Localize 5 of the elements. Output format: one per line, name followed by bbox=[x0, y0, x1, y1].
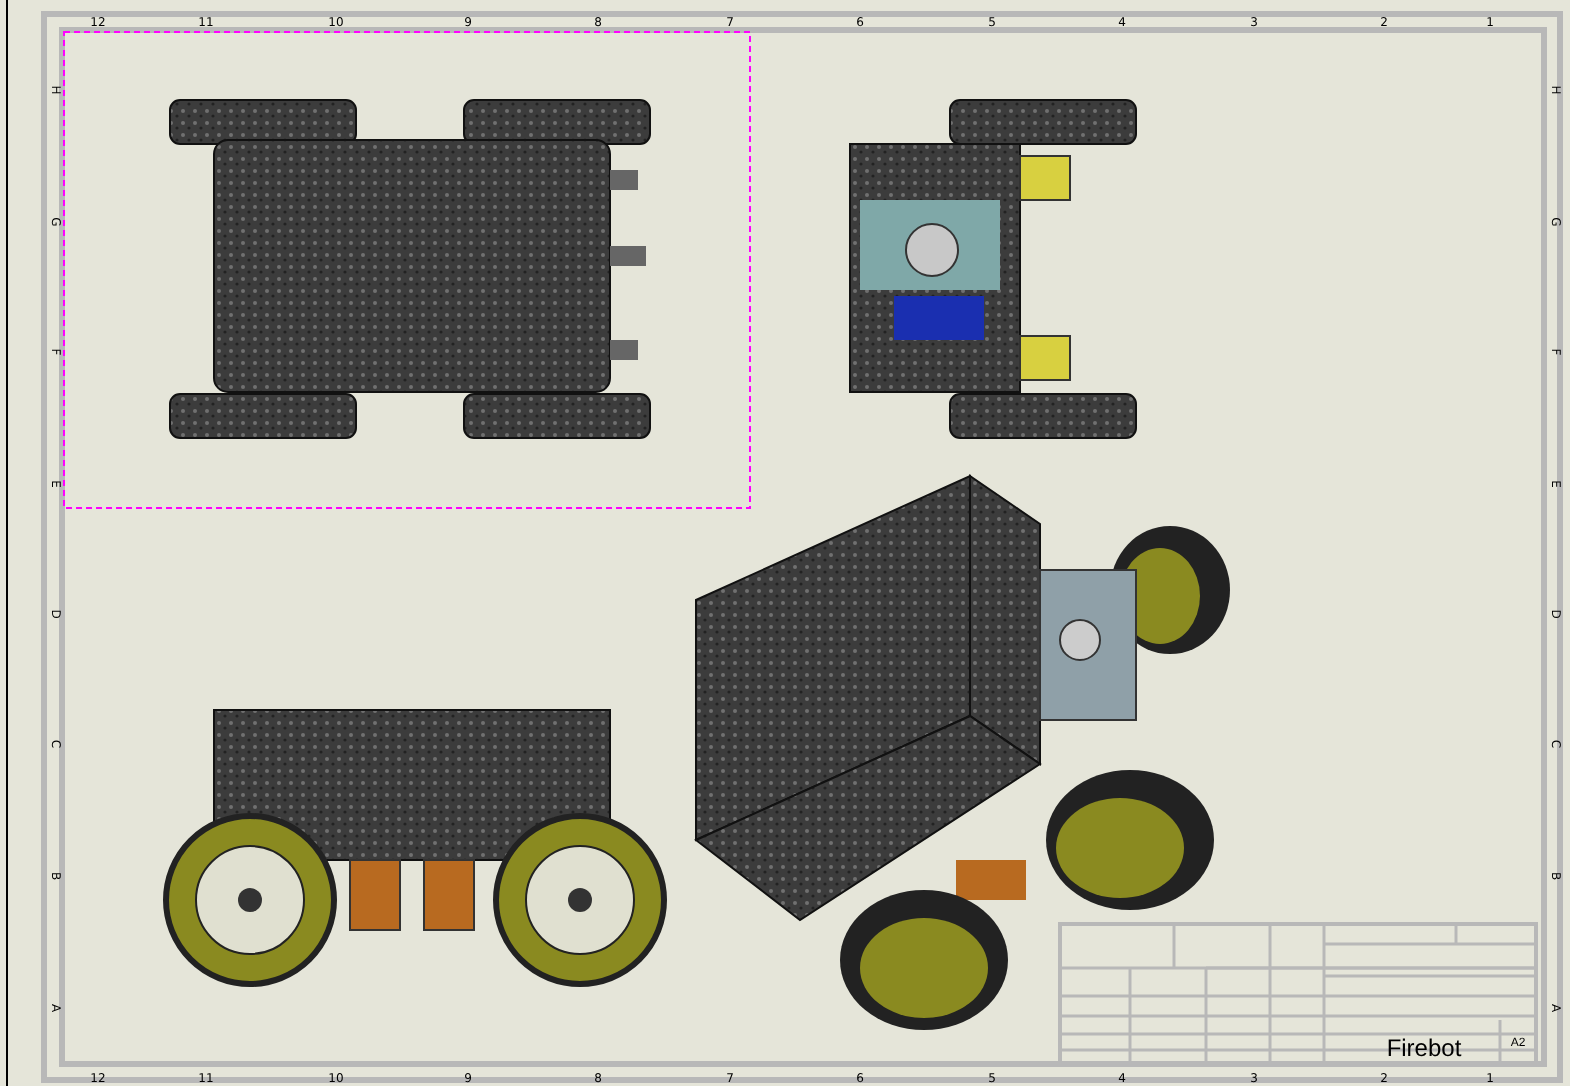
robot-side-view-drawing[interactable] bbox=[849, 99, 1137, 439]
drawing-title: Firebot bbox=[1386, 1034, 1462, 1062]
robot-front-view-drawing[interactable] bbox=[163, 709, 667, 987]
robot-isometric-view-drawing[interactable] bbox=[694, 474, 1230, 1030]
robot-top-view-drawing[interactable] bbox=[63, 31, 751, 509]
